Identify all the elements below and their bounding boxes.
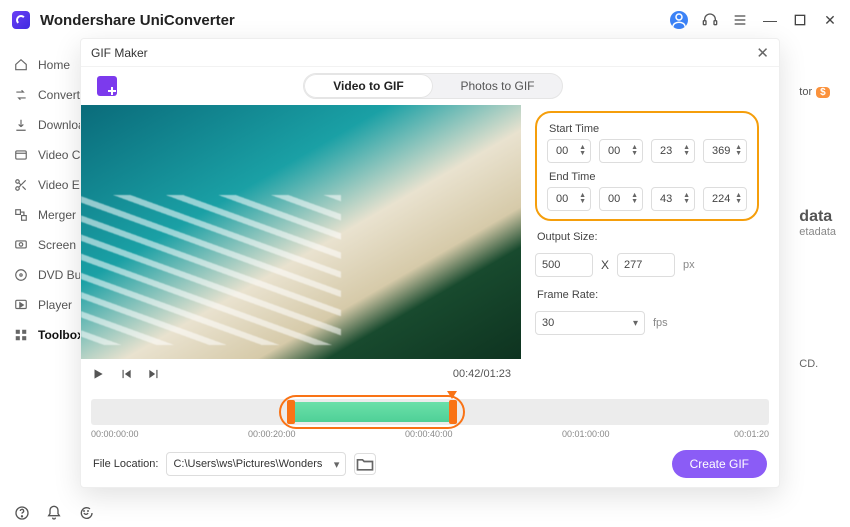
play-icon[interactable]: [91, 367, 105, 381]
trim-handle-left[interactable]: [287, 400, 295, 424]
end-seconds-input[interactable]: 43▲▼: [651, 187, 695, 211]
scissors-icon: [14, 178, 28, 192]
statusbar: [0, 499, 850, 527]
tick-label: 00:01:20: [719, 429, 769, 439]
sidebar-item-label: Convert: [38, 88, 80, 102]
modal-title: GIF Maker: [91, 46, 148, 60]
modal-footer: File Location: C:\Users\ws\Pictures\Wond…: [93, 449, 767, 479]
play-square-icon: [14, 298, 28, 312]
bg-meta-text: etadata: [799, 226, 836, 238]
start-hours-input[interactable]: 00▲▼: [547, 139, 591, 163]
tab-photos-to-gif[interactable]: Photos to GIF: [433, 74, 562, 98]
start-time-label: Start Time: [549, 123, 747, 135]
prev-frame-icon[interactable]: [119, 367, 133, 381]
next-frame-icon[interactable]: [147, 367, 161, 381]
frame-rate-unit: fps: [653, 317, 668, 329]
app-title: Wondershare UniConverter: [40, 12, 235, 29]
help-icon[interactable]: [14, 505, 30, 521]
video-compress-icon: [14, 148, 28, 162]
output-height-input[interactable]: 277: [617, 253, 675, 277]
window-maximize-button[interactable]: [792, 12, 808, 28]
output-size-label: Output Size:: [537, 231, 759, 243]
modal-close-button[interactable]: ✕: [756, 44, 769, 62]
gif-settings-pane: Start Time 00▲▼ 00▲▼ 23▲▼ 369▲▼ End Time…: [521, 105, 769, 385]
player-controls: 00:42/01:23: [81, 359, 521, 385]
bg-cd-text: CD.: [799, 358, 836, 370]
frame-rate-select[interactable]: 30: [535, 311, 645, 335]
sidebar-item-label: Player: [38, 298, 72, 312]
titlebar: Wondershare UniConverter — ✕: [0, 0, 850, 40]
bg-badge: $: [816, 87, 830, 98]
merge-icon: [14, 208, 28, 222]
start-seconds-input[interactable]: 23▲▼: [651, 139, 695, 163]
sidebar-item-label: DVD Bu: [38, 268, 81, 282]
open-folder-button[interactable]: [354, 453, 376, 475]
playhead-icon[interactable]: [447, 391, 457, 399]
sidebar-item-label: Merger: [38, 208, 76, 222]
tick-label: 00:01:00:00: [562, 429, 612, 439]
convert-icon: [14, 88, 28, 102]
support-headset-icon[interactable]: [702, 12, 718, 28]
download-icon: [14, 118, 28, 132]
file-location-label: File Location:: [93, 458, 158, 470]
grid-icon: [14, 328, 28, 342]
tick-label: 00:00:20:00: [248, 429, 298, 439]
tick-label: 00:00:40:00: [405, 429, 455, 439]
record-icon: [14, 238, 28, 252]
sidebar-item-label: Downloa: [38, 118, 85, 132]
output-unit-label: px: [683, 259, 695, 271]
start-minutes-input[interactable]: 00▲▼: [599, 139, 643, 163]
file-location-select[interactable]: C:\Users\ws\Pictures\Wonders: [166, 452, 346, 476]
home-icon: [14, 58, 28, 72]
video-preview[interactable]: [81, 105, 521, 359]
end-minutes-input[interactable]: 00▲▼: [599, 187, 643, 211]
timeline-track[interactable]: [91, 399, 769, 425]
tick-label: 00:00:00:00: [91, 429, 141, 439]
app-logo-icon: [12, 11, 30, 29]
modal-header: GIF Maker ✕: [81, 39, 779, 67]
end-hours-input[interactable]: 00▲▼: [547, 187, 591, 211]
bg-data-text: data: [799, 208, 836, 226]
background-content: tor $ data etadata CD.: [799, 86, 836, 370]
gif-maker-modal: GIF Maker ✕ Video to GIF Photos to GIF 0…: [80, 38, 780, 488]
window-minimize-button[interactable]: —: [762, 12, 778, 28]
feedback-icon[interactable]: [78, 505, 94, 521]
start-millis-input[interactable]: 369▲▼: [703, 139, 747, 163]
trim-handle-right[interactable]: [449, 400, 457, 424]
output-x-label: X: [601, 258, 609, 272]
tab-video-to-gif[interactable]: Video to GIF: [304, 74, 433, 98]
sidebar-item-label: Home: [38, 58, 70, 72]
sidebar-item-label: Toolbox: [38, 328, 84, 342]
selected-clip[interactable]: [289, 402, 453, 422]
end-time-label: End Time: [549, 171, 747, 183]
player-timecode: 00:42/01:23: [453, 368, 511, 380]
output-width-input[interactable]: 500: [535, 253, 593, 277]
bg-tor-text: tor: [799, 86, 812, 98]
account-avatar-icon[interactable]: [670, 11, 688, 29]
time-range-group: Start Time 00▲▼ 00▲▼ 23▲▼ 369▲▼ End Time…: [535, 111, 759, 221]
end-millis-input[interactable]: 224▲▼: [703, 187, 747, 211]
frame-rate-label: Frame Rate:: [537, 289, 759, 301]
video-preview-pane: 00:42/01:23: [81, 105, 521, 385]
disc-icon: [14, 268, 28, 282]
bell-icon[interactable]: [46, 505, 62, 521]
create-gif-button[interactable]: Create GIF: [672, 450, 767, 478]
menu-hamburger-icon[interactable]: [732, 12, 748, 28]
mode-segmented-control: Video to GIF Photos to GIF: [303, 73, 563, 99]
timeline: 00:00:00:00 00:00:20:00 00:00:40:00 00:0…: [91, 399, 769, 439]
add-media-button[interactable]: [97, 76, 117, 96]
window-close-button[interactable]: ✕: [822, 12, 838, 28]
modal-toolbar: Video to GIF Photos to GIF: [81, 67, 779, 101]
